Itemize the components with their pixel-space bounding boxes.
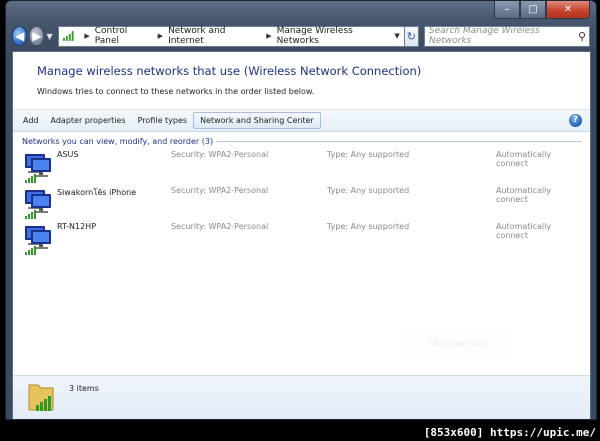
image-host-watermark: [853x600] https://upic.me/ bbox=[423, 426, 596, 439]
network-name: RT-N12HP bbox=[57, 222, 97, 231]
network-type: Type: Any supported bbox=[327, 222, 410, 231]
forward-arrow-icon: ▶ bbox=[32, 29, 42, 43]
network-security: Security: WPA2-Personal bbox=[171, 186, 269, 195]
network-row[interactable]: ASUS Security: WPA2-Personal Type: Any s… bbox=[23, 150, 583, 186]
navigation-bar: ◀ ▶ ▼ ▶ Control Panel ▶ Network and Inte… bbox=[12, 25, 590, 47]
content-pane: Manage wireless networks that use (Wirel… bbox=[12, 51, 591, 419]
network-security: Security: WPA2-Personal bbox=[171, 150, 269, 159]
network-type: Type: Any supported bbox=[327, 150, 410, 159]
page-title: Manage wireless networks that use (Wirel… bbox=[37, 64, 422, 78]
history-dropdown-icon[interactable]: ▼ bbox=[46, 32, 53, 41]
network-connect-mode: Automatically connect bbox=[496, 222, 552, 240]
item-count: 3 items bbox=[69, 384, 99, 393]
group-header[interactable]: Networks you can view, modify, and reord… bbox=[22, 137, 582, 146]
page-subtitle: Windows tries to connect to these networ… bbox=[37, 87, 315, 96]
network-name: Siwakornโẽs iPhone bbox=[57, 188, 137, 197]
forward-button[interactable]: ▶ bbox=[29, 26, 45, 46]
network-connect-mode: Automatically connect bbox=[496, 150, 552, 168]
adapter-properties-button[interactable]: Adapter properties bbox=[45, 113, 132, 128]
network-connect-mode: Automatically connect bbox=[496, 186, 552, 204]
refresh-icon: ↻ bbox=[406, 29, 416, 43]
back-button[interactable]: ◀ bbox=[12, 26, 28, 46]
breadcrumb-network-and-internet[interactable]: Network and Internet bbox=[168, 26, 261, 46]
help-icon[interactable]: ? bbox=[569, 114, 582, 127]
caption-buttons: – □ ✕ bbox=[494, 1, 590, 19]
wireless-network-icon bbox=[25, 154, 51, 183]
network-security: Security: WPA2-Personal bbox=[171, 222, 269, 231]
network-name: ASUS bbox=[57, 150, 79, 159]
wireless-folder-icon bbox=[28, 384, 54, 411]
maximize-button[interactable]: □ bbox=[520, 1, 546, 19]
network-signal-icon bbox=[62, 31, 74, 41]
wireless-network-icon bbox=[25, 226, 51, 255]
breadcrumb-separator[interactable]: ▶ bbox=[266, 32, 271, 40]
refresh-button[interactable]: ↻ bbox=[403, 25, 419, 47]
profile-types-button[interactable]: Profile types bbox=[132, 113, 193, 128]
command-bar: Add Adapter properties Profile types Net… bbox=[13, 109, 590, 132]
breadcrumb-separator[interactable]: ▶ bbox=[84, 32, 89, 40]
search-placeholder: Search Manage Wireless Networks bbox=[429, 26, 540, 46]
search-input[interactable]: Search Manage Wireless Networks ⚲ bbox=[424, 25, 590, 47]
back-arrow-icon: ◀ bbox=[14, 29, 25, 43]
breadcrumb-manage-wireless-networks[interactable]: Manage Wireless Networks bbox=[277, 26, 395, 46]
add-button[interactable]: Add bbox=[17, 113, 45, 128]
network-row[interactable]: Siwakornโẽs iPhone Security: WPA2-Person… bbox=[23, 186, 583, 222]
network-type: Type: Any supported bbox=[327, 186, 410, 195]
minimize-button[interactable]: – bbox=[494, 1, 520, 19]
network-and-sharing-center-button[interactable]: Network and Sharing Center bbox=[193, 112, 321, 129]
close-button[interactable]: ✕ bbox=[546, 1, 590, 19]
group-title: Networks you can view, modify, and reord… bbox=[22, 137, 214, 146]
group-divider bbox=[217, 141, 582, 142]
details-pane: 3 items bbox=[13, 375, 590, 419]
breadcrumb-separator[interactable]: ▶ bbox=[158, 32, 163, 40]
explorer-window: – □ ✕ ◀ ▶ ▼ ▶ Control Panel ▶ Network an… bbox=[5, 0, 597, 420]
snip-overlay-text: Windows Snip bbox=[403, 333, 513, 355]
search-icon[interactable]: ⚲ bbox=[578, 30, 586, 43]
address-bar[interactable]: ▶ Control Panel ▶ Network and Internet ▶… bbox=[57, 25, 404, 47]
wireless-network-icon bbox=[25, 190, 51, 219]
address-dropdown-icon[interactable]: ▼ bbox=[394, 32, 399, 40]
breadcrumb-control-panel[interactable]: Control Panel bbox=[95, 26, 153, 46]
network-row[interactable]: RT-N12HP Security: WPA2-Personal Type: A… bbox=[23, 222, 583, 258]
